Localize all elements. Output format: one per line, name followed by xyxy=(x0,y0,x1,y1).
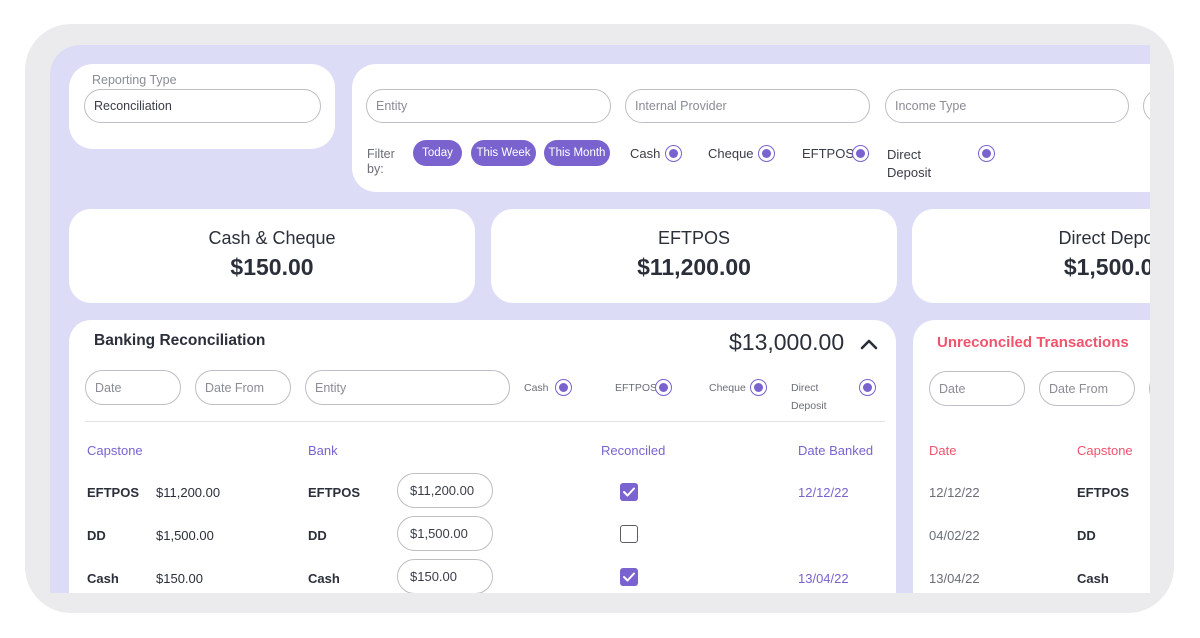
bank-type: Cash xyxy=(308,571,340,586)
checkmark-icon xyxy=(623,572,635,582)
filter-this-month-chip[interactable]: This Month xyxy=(544,140,610,166)
capstone-amount: $150.00 xyxy=(156,571,203,586)
summary-title: EFTPOS xyxy=(657,228,730,248)
summary-title: Cash & Cheque xyxy=(208,228,336,248)
date-column-header: Date xyxy=(929,443,957,458)
transaction-date: 12/12/22 xyxy=(929,485,980,500)
transaction-date: 04/02/22 xyxy=(929,528,980,543)
reconciled-checkbox[interactable] xyxy=(620,483,638,501)
filter-today-chip[interactable]: Today xyxy=(413,140,462,166)
summary-card-eftpos: EFTPOS $11,200.00 xyxy=(491,209,897,303)
internal-provider-input[interactable]: Internal Provider xyxy=(625,89,870,123)
transaction-capstone: EFTPOS xyxy=(1077,485,1130,500)
summary-card-cash-cheque: Cash & Cheque $150.00 xyxy=(69,209,475,303)
bank-column-header: Bank xyxy=(308,443,338,458)
bank-amount-input[interactable]: $150.00 xyxy=(397,559,493,593)
divider xyxy=(85,421,885,422)
capstone-column-header: Capstone xyxy=(1077,443,1133,458)
capstone-amount: $11,200.00 xyxy=(156,485,221,500)
income-type-input[interactable]: Income Type xyxy=(885,89,1129,123)
capstone-amount: $1,500.00 xyxy=(156,528,214,543)
date-banked: 13/04/22 xyxy=(798,571,849,586)
direct-deposit-option-label: Direct Deposit xyxy=(791,382,827,412)
summary-value: $1,500.00 xyxy=(1063,254,1150,280)
cheque-radio[interactable] xyxy=(758,145,775,162)
entity-input[interactable]: Entity xyxy=(305,370,510,405)
eftpos-option-label: EFTPOS xyxy=(802,146,855,161)
capstone-type: EFTPOS xyxy=(87,485,140,500)
checkmark-icon xyxy=(623,487,635,497)
banking-total: $13,000.00 xyxy=(729,329,845,355)
capstone-column-header: Capstone xyxy=(87,443,143,458)
eftpos-radio[interactable] xyxy=(655,379,672,396)
filter-by-label: Filter by: xyxy=(367,147,395,176)
transaction-capstone: DD xyxy=(1077,528,1096,543)
transaction-date: 13/04/22 xyxy=(929,571,980,586)
summary-card-direct-deposit: Direct Deposit $1,500.00 xyxy=(912,209,1150,303)
bank-type: DD xyxy=(308,528,327,543)
banking-title: Banking Reconciliation xyxy=(94,332,266,349)
summary-value: $150.00 xyxy=(230,254,314,280)
reporting-type-card: Reporting Type Reconciliation xyxy=(69,64,335,149)
cash-option-label: Cash xyxy=(524,382,549,394)
cash-option-label: Cash xyxy=(630,146,661,161)
date-banked: 12/12/22 xyxy=(798,485,849,500)
eftpos-option-label: EFTPOS xyxy=(615,382,658,394)
chevron-up-icon[interactable] xyxy=(859,337,879,351)
filter-card: Entity Internal Provider Income Type Fil… xyxy=(352,64,1150,192)
reporting-type-label: Reporting Type xyxy=(92,73,177,87)
unreconciled-transactions-card: Unreconciled Transactions Date Date From… xyxy=(913,320,1150,593)
extra-filter-input[interactable] xyxy=(1149,371,1150,406)
filter-this-week-chip[interactable]: This Week xyxy=(471,140,536,166)
bank-type: EFTPOS xyxy=(308,485,361,500)
date-input[interactable]: Date xyxy=(929,371,1025,406)
cash-radio[interactable] xyxy=(665,145,682,162)
date-from-input[interactable]: Date From xyxy=(1039,371,1135,406)
entity-filter-input[interactable]: Entity xyxy=(366,89,611,123)
cheque-option-label: Cheque xyxy=(708,146,754,161)
extra-filter-input[interactable] xyxy=(1143,89,1150,123)
direct-deposit-option-label: Direct Deposit xyxy=(887,147,932,180)
cheque-radio[interactable] xyxy=(750,379,767,396)
direct-deposit-radio[interactable] xyxy=(859,379,876,396)
bank-amount-input[interactable]: $1,500.00 xyxy=(397,516,493,551)
bank-amount-input[interactable]: $11,200.00 xyxy=(397,473,493,508)
banking-reconciliation-card: Banking Reconciliation $13,000.00 Date D… xyxy=(69,320,896,593)
reconciled-checkbox[interactable] xyxy=(620,568,638,586)
unreconciled-title: Unreconciled Transactions xyxy=(937,334,1129,351)
reconciled-column-header: Reconciled xyxy=(601,443,666,458)
summary-value: $11,200.00 xyxy=(637,254,751,280)
date-from-input[interactable]: Date From xyxy=(195,370,291,405)
cheque-option-label: Cheque xyxy=(709,382,746,394)
transaction-capstone: Cash xyxy=(1077,571,1109,586)
date-input[interactable]: Date xyxy=(85,370,181,405)
cash-radio[interactable] xyxy=(555,379,572,396)
date-banked-column-header: Date Banked xyxy=(798,443,874,458)
reporting-type-select[interactable]: Reconciliation xyxy=(84,89,321,123)
eftpos-radio[interactable] xyxy=(852,145,869,162)
direct-deposit-radio[interactable] xyxy=(978,145,995,162)
summary-title: Direct Deposit xyxy=(1058,228,1150,248)
app-screen: Reporting Type Reconciliation Entity Int… xyxy=(50,45,1150,593)
reconciled-checkbox[interactable] xyxy=(620,525,638,543)
capstone-type: Cash xyxy=(87,571,119,586)
capstone-type: DD xyxy=(87,528,106,543)
